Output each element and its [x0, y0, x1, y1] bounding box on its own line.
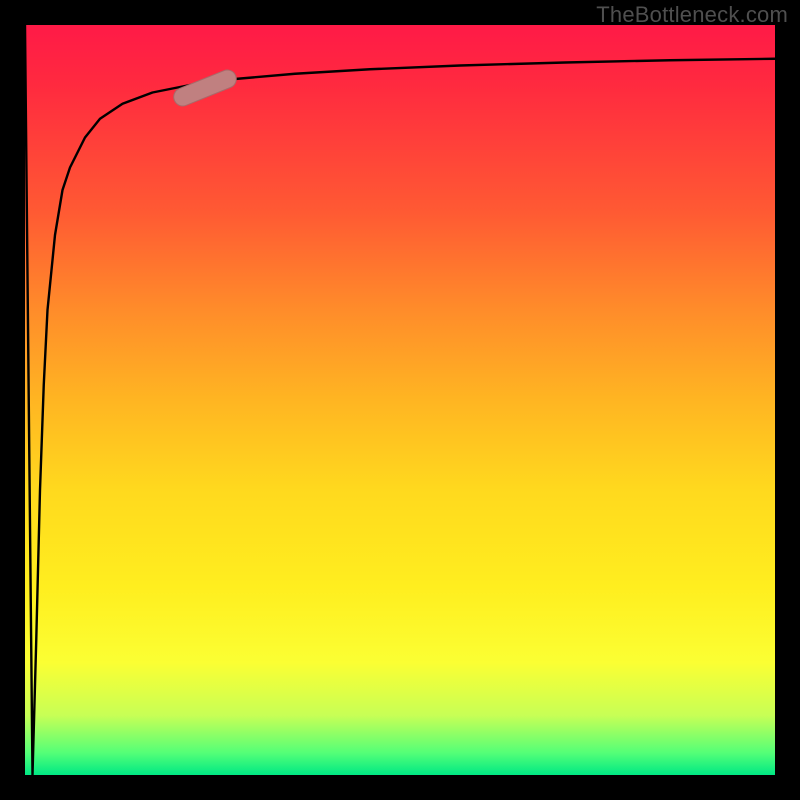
chart-stage: TheBottleneck.com: [0, 0, 800, 800]
watermark-text: TheBottleneck.com: [596, 2, 788, 28]
frame-bottom: [0, 775, 800, 800]
frame-left: [0, 0, 25, 800]
frame-right: [775, 0, 800, 800]
plot-area-gradient: [25, 25, 775, 775]
